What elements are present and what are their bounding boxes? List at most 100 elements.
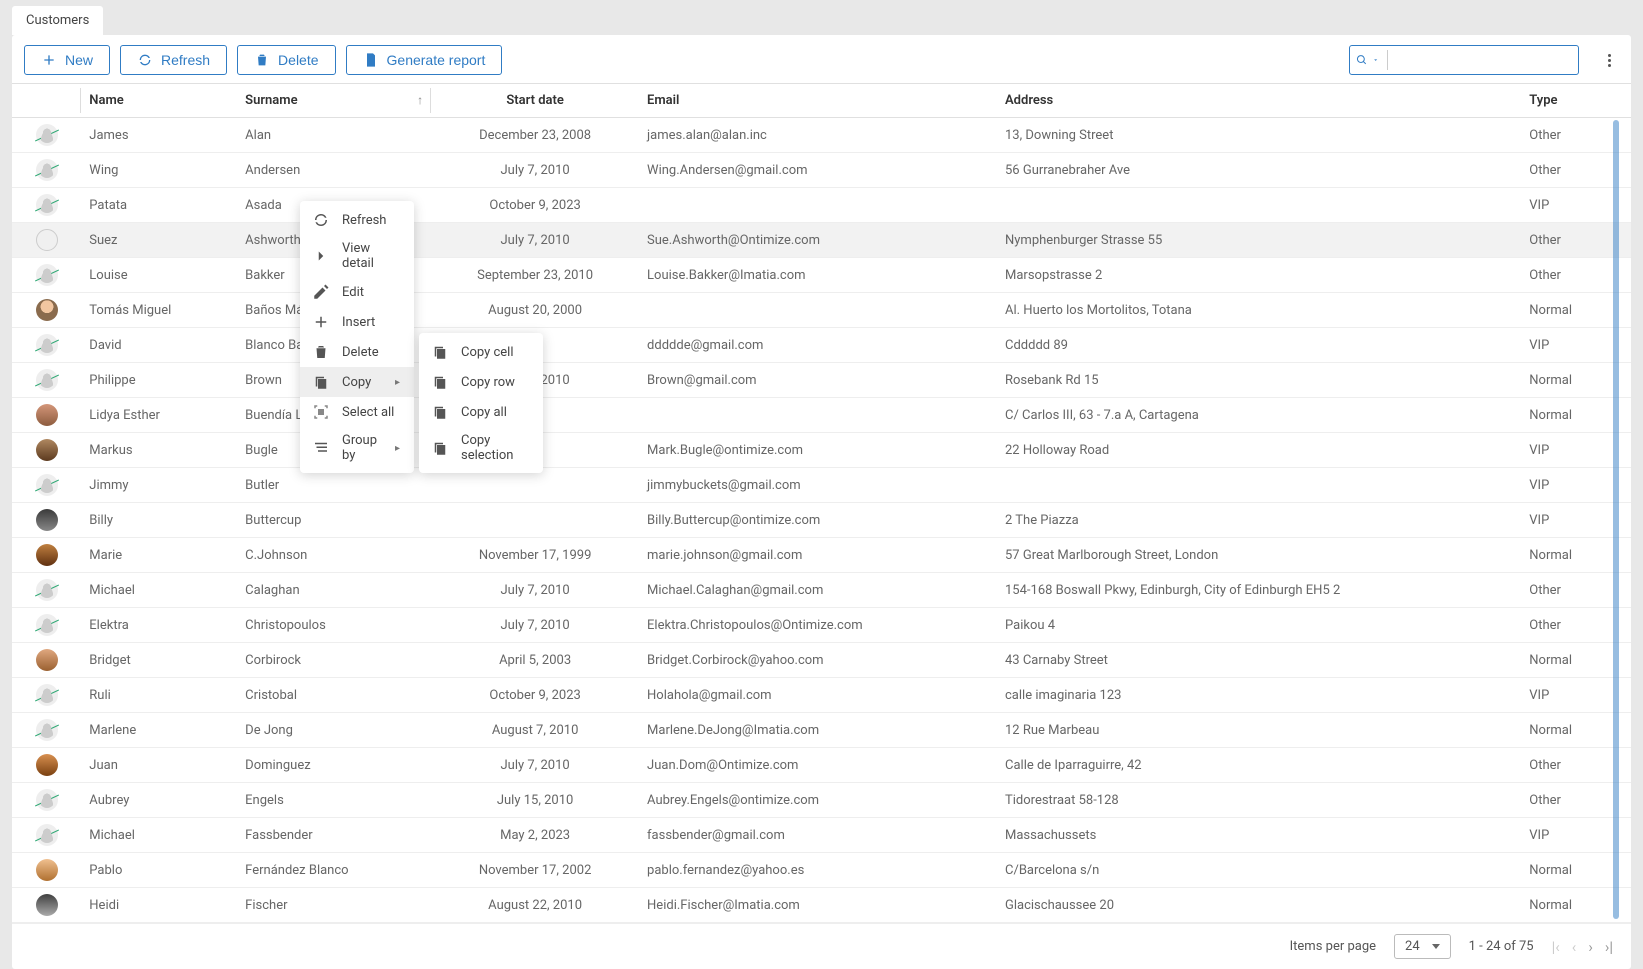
pencil-icon bbox=[312, 283, 330, 301]
cell-start-date: July 7, 2010 bbox=[431, 223, 639, 258]
table-row[interactable]: WingAndersenJuly 7, 2010Wing.Andersen@gm… bbox=[12, 153, 1631, 188]
table-row[interactable]: JamesAlanDecember 23, 2008james.alan@ala… bbox=[12, 118, 1631, 153]
ctx-copy-cell[interactable]: Copy cell bbox=[419, 337, 543, 367]
col-header-name[interactable]: Name bbox=[81, 84, 237, 118]
table-row[interactable]: PabloFernández BlancoNovember 17, 2002pa… bbox=[12, 853, 1631, 888]
col-header-surname[interactable]: Surname ↑ bbox=[237, 84, 431, 118]
chevron-right-icon: ▸ bbox=[395, 443, 400, 454]
cell-avatar bbox=[12, 608, 81, 643]
cell-name: Aubrey bbox=[81, 783, 237, 818]
table-row[interactable]: HeidiFischerAugust 22, 2010Heidi.Fischer… bbox=[12, 888, 1631, 923]
ctx-group-by[interactable]: Group by ▸ bbox=[300, 427, 414, 469]
refresh-button[interactable]: Refresh bbox=[120, 45, 227, 75]
cell-email: Marlene.DeJong@Imatia.com bbox=[639, 713, 997, 748]
cell-start-date: July 7, 2010 bbox=[431, 153, 639, 188]
ctx-insert-label: Insert bbox=[342, 315, 375, 330]
cell-address: 154-168 Boswall Pkwy, Edinburgh, City of… bbox=[997, 573, 1521, 608]
avatar bbox=[36, 264, 58, 286]
cell-surname: De Jong bbox=[237, 713, 431, 748]
cell-name: Marie bbox=[81, 538, 237, 573]
context-menu: Refresh View detail Edit Insert Delete C… bbox=[300, 201, 414, 473]
cell-email: Louise.Bakker@Imatia.com bbox=[639, 258, 997, 293]
table-row[interactable]: PatataAsadaOctober 9, 2023VIP bbox=[12, 188, 1631, 223]
cell-email: Wing.Andersen@gmail.com bbox=[639, 153, 997, 188]
cell-avatar bbox=[12, 538, 81, 573]
table-row[interactable]: PhilippeBrownJuly 7, 2010Brown@gmail.com… bbox=[12, 363, 1631, 398]
next-page-button[interactable]: › bbox=[1588, 938, 1593, 956]
table-row[interactable]: DavidBlanco Baladrónddddde@gmail.comCddd… bbox=[12, 328, 1631, 363]
table-row[interactable]: ElektraChristopoulosJuly 7, 2010Elektra.… bbox=[12, 608, 1631, 643]
page-size-select[interactable]: 24 bbox=[1394, 934, 1451, 959]
generate-report-button[interactable]: Generate report bbox=[346, 45, 503, 75]
ctx-copy[interactable]: Copy ▸ bbox=[300, 367, 414, 397]
tab-customers[interactable]: Customers bbox=[12, 6, 103, 35]
ctx-group-by-label: Group by bbox=[342, 433, 383, 463]
cell-email: Aubrey.Engels@ontimize.com bbox=[639, 783, 997, 818]
table-row[interactable]: LouiseBakkerSeptember 23, 2010Louise.Bak… bbox=[12, 258, 1631, 293]
last-page-button[interactable]: ›| bbox=[1605, 938, 1613, 956]
generate-report-button-label: Generate report bbox=[387, 52, 486, 68]
avatar bbox=[36, 124, 58, 146]
cell-name: Markus bbox=[81, 433, 237, 468]
context-submenu-copy: Copy cell Copy row Copy all Copy selecti… bbox=[419, 333, 543, 473]
table-row[interactable]: MarleneDe JongAugust 7, 2010Marlene.DeJo… bbox=[12, 713, 1631, 748]
more-menu-button[interactable] bbox=[1599, 54, 1619, 67]
cell-start-date: July 7, 2010 bbox=[431, 748, 639, 783]
ctx-refresh[interactable]: Refresh bbox=[300, 205, 414, 235]
cell-start-date: August 22, 2010 bbox=[431, 888, 639, 923]
ctx-delete[interactable]: Delete bbox=[300, 337, 414, 367]
cell-avatar bbox=[12, 748, 81, 783]
cell-name: Heidi bbox=[81, 888, 237, 923]
prev-page-button[interactable]: ‹ bbox=[1572, 938, 1577, 956]
cell-name: Michael bbox=[81, 573, 237, 608]
ctx-edit[interactable]: Edit bbox=[300, 277, 414, 307]
table-row[interactable]: SuezAshworthJuly 7, 2010Sue.Ashworth@Ont… bbox=[12, 223, 1631, 258]
table-row[interactable]: JimmyButlerjimmybuckets@gmail.comVIP bbox=[12, 468, 1631, 503]
col-header-start-date[interactable]: Start date bbox=[431, 84, 639, 118]
cell-email: ddddde@gmail.com bbox=[639, 328, 997, 363]
scrollbar[interactable] bbox=[1613, 120, 1619, 919]
col-header-avatar[interactable] bbox=[12, 84, 81, 118]
avatar bbox=[36, 194, 58, 216]
chevron-down-icon[interactable] bbox=[1372, 55, 1379, 65]
avatar bbox=[36, 649, 58, 671]
col-header-address[interactable]: Address bbox=[997, 84, 1521, 118]
ctx-insert[interactable]: Insert bbox=[300, 307, 414, 337]
cell-name: Ruli bbox=[81, 678, 237, 713]
table-row[interactable]: MichaelCalaghanJuly 7, 2010Michael.Calag… bbox=[12, 573, 1631, 608]
avatar bbox=[36, 824, 58, 846]
copy-icon bbox=[431, 439, 449, 457]
ctx-copy-selection[interactable]: Copy selection bbox=[419, 427, 543, 469]
delete-button[interactable]: Delete bbox=[237, 45, 335, 75]
ctx-view-detail[interactable]: View detail bbox=[300, 235, 414, 277]
customers-table: Name Surname ↑ Start date Email Address … bbox=[12, 83, 1631, 923]
ctx-copy-all[interactable]: Copy all bbox=[419, 397, 543, 427]
ctx-copy-row[interactable]: Copy row bbox=[419, 367, 543, 397]
table-row[interactable]: Tomás MiguelBaños MárquezAugust 20, 2000… bbox=[12, 293, 1631, 328]
cell-address: Al. Huerto los Mortolitos, Totana bbox=[997, 293, 1521, 328]
table-row[interactable]: Lidya EstherBuendía LorenteC/ Carlos III… bbox=[12, 398, 1631, 433]
cell-surname: Fernández Blanco bbox=[237, 853, 431, 888]
search-icon bbox=[1356, 52, 1368, 68]
table-row[interactable]: JuanDominguezJuly 7, 2010Juan.Dom@Ontimi… bbox=[12, 748, 1631, 783]
page-range: 1 - 24 of 75 bbox=[1469, 939, 1534, 954]
table-row[interactable]: MarieC.JohnsonNovember 17, 1999marie.joh… bbox=[12, 538, 1631, 573]
cell-name: Wing bbox=[81, 153, 237, 188]
table-row[interactable]: MarkusBugleMark.Bugle@ontimize.com22 Hol… bbox=[12, 433, 1631, 468]
table-row[interactable]: MichaelFassbenderMay 2, 2023fassbender@g… bbox=[12, 818, 1631, 853]
cell-surname: Calaghan bbox=[237, 573, 431, 608]
table-row[interactable]: BridgetCorbirockApril 5, 2003Bridget.Cor… bbox=[12, 643, 1631, 678]
first-page-button[interactable]: |‹ bbox=[1552, 938, 1560, 956]
new-button[interactable]: New bbox=[24, 45, 110, 75]
cell-start-date: April 5, 2003 bbox=[431, 643, 639, 678]
ctx-select-all[interactable]: Select all bbox=[300, 397, 414, 427]
cell-email bbox=[639, 398, 997, 433]
table-row[interactable]: BillyButtercupBilly.Buttercup@ontimize.c… bbox=[12, 503, 1631, 538]
search-box[interactable] bbox=[1349, 45, 1579, 75]
table-row[interactable]: RuliCristobalOctober 9, 2023Holahola@gma… bbox=[12, 678, 1631, 713]
avatar bbox=[36, 159, 58, 181]
col-header-email[interactable]: Email bbox=[639, 84, 997, 118]
col-header-type[interactable]: Type bbox=[1521, 84, 1631, 118]
table-row[interactable]: AubreyEngelsJuly 15, 2010Aubrey.Engels@o… bbox=[12, 783, 1631, 818]
search-input[interactable] bbox=[1387, 50, 1572, 70]
